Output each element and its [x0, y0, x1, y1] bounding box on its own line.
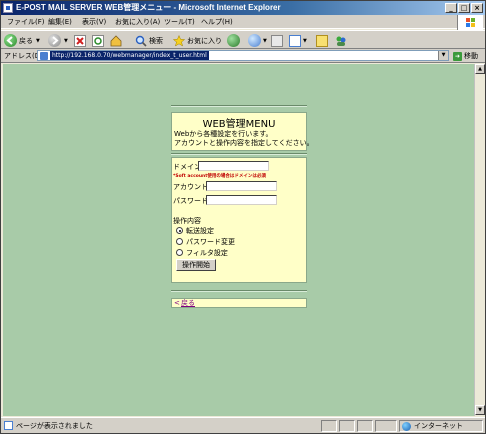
account-input[interactable] — [206, 181, 277, 191]
go-button[interactable]: ➜ 移動 — [453, 51, 478, 61]
description-line-1: Webから各種設定を行います。 — [174, 130, 273, 138]
history-button[interactable]: ▼ — [248, 33, 267, 48]
browser-window: E-POST MAIL SERVER WEB管理メニュー - Microsoft… — [0, 0, 486, 434]
back-prefix: < — [174, 299, 180, 307]
refresh-icon — [92, 34, 104, 47]
page-title: WEB管理MENU — [202, 119, 276, 130]
address-bar: アドレス(D) http://192.168.0.70/webmanager/i… — [1, 49, 485, 63]
menu-file[interactable]: ファイル(F) — [7, 17, 45, 27]
back-dropdown-icon[interactable]: ▼ — [36, 38, 40, 44]
edit-page-icon — [289, 34, 301, 47]
forward-dropdown-icon[interactable]: ▼ — [64, 38, 68, 44]
windows-flag-icon — [466, 18, 476, 28]
bottom-divider — [171, 290, 307, 292]
messenger-icon — [335, 35, 347, 47]
refresh-button[interactable] — [92, 33, 104, 48]
stop-button[interactable] — [74, 33, 86, 48]
middle-divider — [171, 153, 307, 155]
menu-view[interactable]: 表示(V) — [82, 17, 106, 27]
radio-filter[interactable] — [176, 249, 183, 256]
discuss-icon — [316, 34, 328, 47]
printer-icon — [271, 34, 283, 47]
favorites-button[interactable]: お気に入り — [173, 33, 222, 48]
page-viewport: WEB管理MENU Webから各種設定を行います。 アカウントと操作内容を指定し… — [3, 64, 474, 416]
close-button[interactable]: × — [471, 3, 483, 13]
stop-icon — [74, 34, 86, 47]
zone-label: インターネット — [414, 422, 463, 430]
option-forward-label: 転送設定 — [186, 227, 214, 235]
media-button[interactable] — [227, 33, 240, 48]
history-icon — [248, 34, 261, 47]
home-icon — [110, 34, 122, 47]
home-button[interactable] — [110, 33, 122, 48]
back-label: 戻る — [19, 36, 33, 45]
title-bar: E-POST MAIL SERVER WEB管理メニュー - Microsoft… — [1, 1, 485, 15]
toolbar: 戻る ▼ ▼ 検索 お気に入り ▼ ▼ — [1, 30, 485, 49]
top-divider — [171, 105, 307, 107]
back-panel: < 戻る — [171, 298, 307, 308]
status-text: ページが表示されました — [16, 422, 93, 430]
media-icon — [227, 34, 240, 47]
radio-password-change[interactable] — [176, 238, 183, 245]
back-arrow-icon — [4, 34, 17, 47]
address-dropdown-icon[interactable]: ▼ — [438, 51, 448, 60]
header-panel: WEB管理MENU Webから各種設定を行います。 アカウントと操作内容を指定し… — [171, 112, 314, 151]
address-input[interactable]: http://192.168.0.70/webmanager/index_t_u… — [37, 50, 449, 61]
search-button[interactable]: 検索 — [135, 33, 163, 48]
status-pane-1 — [321, 420, 337, 432]
domain-input[interactable] — [198, 161, 269, 171]
menu-tools[interactable]: ツール(T) — [164, 17, 195, 27]
menu-edit[interactable]: 編集(E) — [48, 17, 72, 27]
status-pane-2 — [339, 420, 355, 432]
minimize-button[interactable]: _ — [445, 3, 457, 13]
ie-app-icon[interactable] — [3, 3, 13, 13]
vertical-scrollbar[interactable]: ▲ ▼ — [474, 64, 485, 416]
login-form: ドメイン *Soft account使用の場合はドメインは必須 アカウント パス… — [171, 157, 307, 283]
windows-logo — [457, 15, 483, 31]
discuss-button[interactable] — [316, 33, 328, 48]
maximize-button[interactable]: □ — [458, 3, 470, 13]
address-url[interactable]: http://192.168.0.70/webmanager/index_t_u… — [50, 51, 209, 60]
option-filter-label: フィルタ設定 — [186, 249, 228, 257]
domain-label: ドメイン — [173, 163, 201, 171]
star-icon — [173, 34, 185, 47]
status-pane-4 — [375, 420, 397, 432]
forward-arrow-icon — [48, 34, 61, 47]
submit-button[interactable]: 操作開始 — [176, 259, 216, 271]
favorites-label: お気に入り — [187, 36, 222, 45]
edit-dropdown-icon[interactable]: ▼ — [303, 38, 307, 44]
go-label: 移動 — [464, 52, 478, 60]
back-link[interactable]: 戻る — [181, 299, 195, 307]
scroll-up-button[interactable]: ▲ — [475, 64, 485, 74]
scroll-down-button[interactable]: ▼ — [475, 405, 485, 415]
messenger-button[interactable] — [335, 33, 347, 48]
edit-button[interactable]: ▼ — [289, 33, 307, 48]
password-input[interactable] — [206, 195, 277, 205]
print-button[interactable] — [271, 33, 283, 48]
window-title: E-POST MAIL SERVER WEB管理メニュー - Microsoft… — [16, 3, 281, 12]
page-icon — [40, 52, 48, 60]
forward-button[interactable]: ▼ — [48, 33, 68, 48]
menu-favorites[interactable]: お気に入り(A) — [115, 17, 160, 27]
account-label: アカウント — [173, 183, 208, 191]
status-pane-3 — [357, 420, 373, 432]
option-password-change-label: パスワード変更 — [186, 238, 235, 246]
password-label: パスワード — [173, 197, 208, 205]
search-label: 検索 — [149, 36, 163, 45]
security-zone: インターネット — [399, 420, 483, 432]
search-icon — [135, 35, 147, 47]
page-done-icon — [4, 421, 13, 430]
radio-forward[interactable] — [176, 227, 183, 234]
menu-help[interactable]: ヘルプ(H) — [201, 17, 233, 27]
description-line-2: アカウントと操作内容を指定してください。 — [174, 139, 314, 147]
domain-note: *Soft account使用の場合はドメインは必須 — [173, 174, 266, 179]
back-button[interactable]: 戻る ▼ — [4, 33, 40, 48]
go-arrow-icon: ➜ — [453, 51, 462, 61]
menu-bar: ファイル(F) 編集(E) 表示(V) お気に入り(A) ツール(T) ヘルプ(… — [1, 15, 485, 29]
operation-label: 操作内容 — [173, 217, 201, 225]
page-description: Webから各種設定を行います。 アカウントと操作内容を指定してください。 — [174, 130, 314, 148]
history-dropdown-icon[interactable]: ▼ — [263, 38, 267, 44]
status-bar: ページが表示されました インターネット — [1, 417, 485, 433]
globe-icon — [402, 421, 411, 431]
